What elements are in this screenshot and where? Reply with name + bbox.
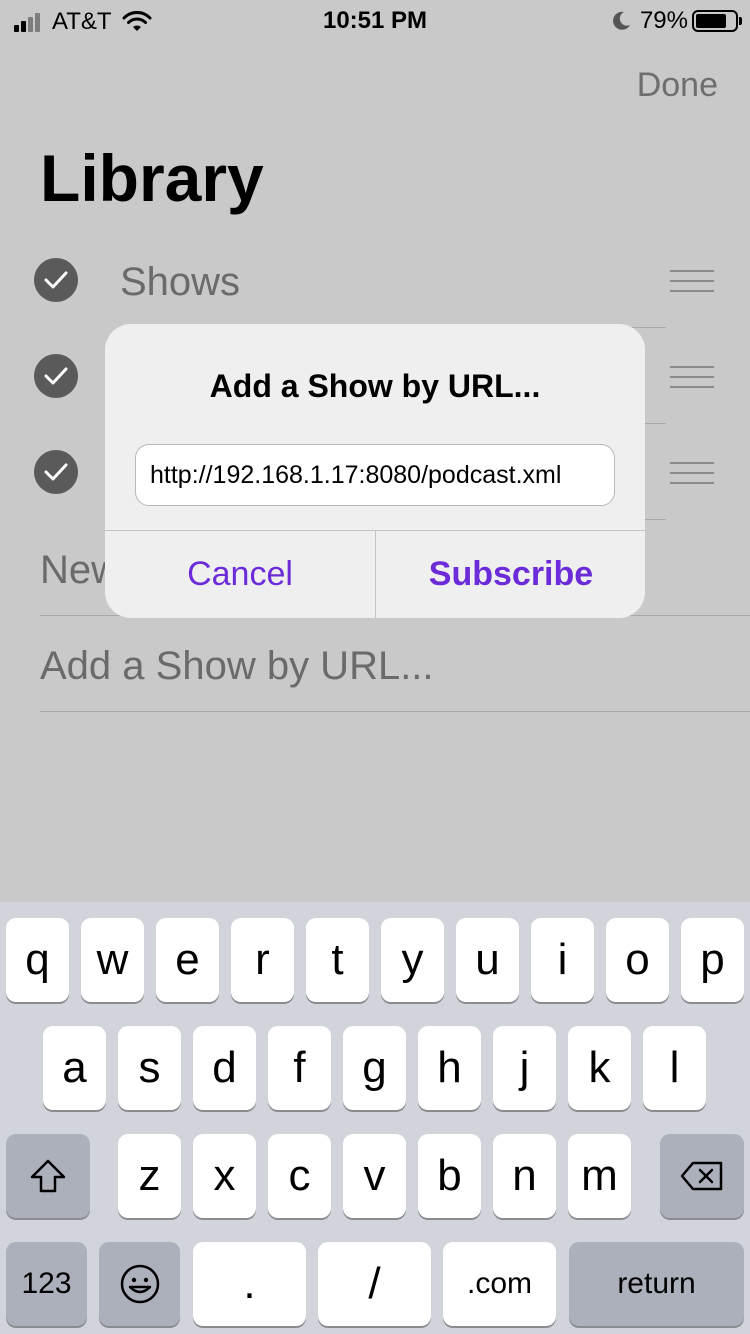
checkmark-icon[interactable] (34, 354, 78, 398)
alert-title: Add a Show by URL... (209, 368, 541, 404)
reorder-handle-icon[interactable] (670, 270, 714, 300)
key-f[interactable]: f (268, 1026, 331, 1110)
page-title: Library (40, 141, 264, 215)
status-bar: AT&T 10:51 PM 79% (0, 0, 750, 40)
status-right: 79% (610, 7, 742, 35)
url-input[interactable] (135, 444, 615, 506)
row-divider (40, 711, 750, 712)
key-i[interactable]: i (531, 918, 594, 1002)
reorder-handle-icon[interactable] (670, 462, 714, 492)
key-v[interactable]: v (343, 1134, 406, 1218)
key-e[interactable]: e (156, 918, 219, 1002)
key-j[interactable]: j (493, 1026, 556, 1110)
keyboard: q w e r t y u i o p a s d f g h j k l z … (0, 902, 750, 1334)
subscribe-button[interactable]: Subscribe (376, 531, 645, 618)
reorder-handle-icon[interactable] (670, 366, 714, 396)
slash-key[interactable]: / (318, 1242, 431, 1326)
moon-icon (613, 11, 630, 30)
done-button[interactable]: Done (637, 66, 718, 105)
dotcom-key[interactable]: .com (443, 1242, 556, 1326)
period-key[interactable]: . (193, 1242, 306, 1326)
key-t[interactable]: t (306, 918, 369, 1002)
emoji-key[interactable] (99, 1242, 180, 1326)
checkmark-icon[interactable] (34, 450, 78, 494)
key-r[interactable]: r (231, 918, 294, 1002)
add-show-by-url-row[interactable]: Add a Show by URL... (40, 644, 434, 689)
key-b[interactable]: b (418, 1134, 481, 1218)
key-q[interactable]: q (6, 918, 69, 1002)
key-k[interactable]: k (568, 1026, 631, 1110)
delete-key[interactable] (660, 1134, 744, 1218)
backspace-icon (680, 1161, 723, 1191)
key-p[interactable]: p (681, 918, 744, 1002)
key-m[interactable]: m (568, 1134, 631, 1218)
shift-key[interactable] (6, 1134, 90, 1218)
key-a[interactable]: a (43, 1026, 106, 1110)
checkmark-icon[interactable] (34, 258, 78, 302)
shift-icon (30, 1159, 66, 1193)
key-l[interactable]: l (643, 1026, 706, 1110)
key-w[interactable]: w (81, 918, 144, 1002)
cancel-button[interactable]: Cancel (105, 531, 375, 618)
row-label: Shows (120, 260, 241, 304)
key-s[interactable]: s (118, 1026, 181, 1110)
emoji-icon (120, 1264, 159, 1304)
numbers-key[interactable]: 123 (6, 1242, 87, 1326)
library-row-shows[interactable]: Shows (0, 234, 750, 330)
return-key[interactable]: return (569, 1242, 744, 1326)
add-show-alert: Add a Show by URL... Cancel Subscribe (105, 324, 645, 618)
key-n[interactable]: n (493, 1134, 556, 1218)
key-o[interactable]: o (606, 918, 669, 1002)
key-h[interactable]: h (418, 1026, 481, 1110)
key-u[interactable]: u (456, 918, 519, 1002)
key-d[interactable]: d (193, 1026, 256, 1110)
key-x[interactable]: x (193, 1134, 256, 1218)
key-c[interactable]: c (268, 1134, 331, 1218)
key-z[interactable]: z (118, 1134, 181, 1218)
battery-percentage: 79% (639, 7, 688, 34)
key-y[interactable]: y (381, 918, 444, 1002)
battery-icon (692, 10, 742, 32)
battery-fill (696, 14, 727, 28)
key-g[interactable]: g (343, 1026, 406, 1110)
